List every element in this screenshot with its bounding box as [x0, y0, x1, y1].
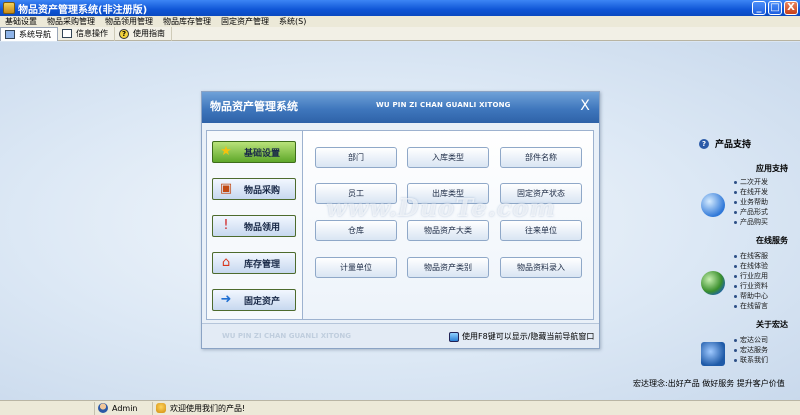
link-online-dev[interactable]: 在线开发 — [734, 187, 768, 197]
window-controls: _ □ X — [752, 1, 798, 15]
menu-inventory[interactable]: 物品库存管理 — [158, 16, 216, 27]
menu-basic-settings[interactable]: 基础设置 — [0, 16, 42, 27]
nav-pinyin: WU PIN ZI CHAN GUANLI XITONG — [376, 101, 511, 109]
tab-label: 使用指南 — [133, 29, 165, 38]
module-requisition[interactable]: ! 物品领用 — [212, 215, 296, 237]
status-blank — [0, 401, 95, 415]
link-online-support[interactable]: 在线客服 — [734, 251, 768, 261]
link-help-center[interactable]: 帮助中心 — [734, 291, 768, 301]
tab-label: 系统导航 — [19, 29, 51, 39]
status-user: Admin — [95, 401, 153, 415]
forward-arrow-icon — [701, 193, 725, 217]
status-welcome-text: 欢迎使用我们的产品! — [170, 403, 246, 413]
link-industry-data[interactable]: 行业资料 — [734, 281, 768, 291]
maximize-button[interactable]: □ — [768, 1, 782, 15]
section-head-app-support: 应用支持 — [756, 164, 788, 173]
app-icon — [3, 2, 15, 14]
link-business-help[interactable]: 业务帮助 — [734, 197, 768, 207]
link-company[interactable]: 宏达公司 — [734, 335, 768, 345]
tab-info-ops[interactable]: 信息操作 — [58, 26, 115, 41]
link-online-message[interactable]: 在线留言 — [734, 301, 768, 311]
monitor-icon — [5, 29, 15, 39]
support-title: ? 产品支持 — [699, 137, 751, 150]
nav-close-icon[interactable]: X — [578, 99, 592, 114]
module-label: 基础设置 — [244, 148, 281, 159]
section-head-online-service: 在线服务 — [756, 236, 788, 245]
support-title-text: 产品支持 — [715, 140, 752, 150]
menu-bar: 基础设置 物品采购管理 物品领用管理 物品库存管理 固定资产管理 系统(S) — [0, 16, 800, 27]
status-welcome: 欢迎使用我们的产品! — [153, 402, 293, 415]
question-icon: ? — [699, 138, 709, 149]
module-basic-settings[interactable]: ★ 基础设置 — [212, 141, 296, 163]
link-secondary-dev[interactable]: 二次开发 — [734, 177, 768, 187]
watermark: www.DuoTe.com — [326, 193, 556, 222]
btn-department[interactable]: 部门 — [315, 147, 397, 168]
module-purchase[interactable]: ▣ 物品采购 — [212, 178, 296, 200]
help-icon: ? — [119, 28, 129, 39]
status-bar: Admin 欢迎使用我们的产品! — [0, 400, 800, 415]
company-motto: 宏达理念:出好产品 做好服务 提升客户价值 — [633, 379, 785, 388]
computer-icon: ▣ — [219, 181, 233, 196]
module-inventory[interactable]: ⌂ 库存管理 — [212, 252, 296, 274]
house-icon: ⌂ — [221, 255, 231, 270]
btn-asset-major-category[interactable]: 物品资产大类 — [407, 220, 489, 241]
main-area: 物品资产管理系统 WU PIN ZI CHAN GUANLI XITONG X … — [0, 42, 800, 400]
btn-part-name[interactable]: 部件名称 — [500, 147, 582, 168]
user-icon — [98, 403, 108, 413]
company-icon — [701, 342, 725, 366]
module-label: 物品领用 — [244, 222, 281, 233]
section-head-about: 关于宏达 — [756, 320, 788, 329]
btn-unit-of-measure[interactable]: 计量单位 — [315, 257, 397, 278]
link-industry-app[interactable]: 行业应用 — [734, 271, 768, 281]
star-icon: ★ — [220, 144, 232, 159]
menu-purchase[interactable]: 物品采购管理 — [42, 16, 100, 27]
globe-icon — [701, 271, 725, 295]
menu-fixed-assets[interactable]: 固定资产管理 — [216, 16, 274, 27]
close-button[interactable]: X — [784, 1, 798, 15]
link-product-purchase[interactable]: 产品购买 — [734, 217, 768, 227]
title-bar[interactable]: 物品资产管理系统(非注册版) _ □ X — [0, 0, 800, 16]
function-grid: 部门 入库类型 部件名称 员工 出库类型 固定资产状态 仓库 物品资产大类 往来… — [302, 130, 594, 320]
tab-bar: 系统导航 信息操作 ? 使用指南 — [0, 26, 800, 41]
status-username: Admin — [112, 403, 138, 413]
minimize-button[interactable]: _ — [752, 1, 766, 15]
btn-inbound-type[interactable]: 入库类型 — [407, 147, 489, 168]
module-list: ★ 基础设置 ▣ 物品采购 ! 物品领用 ⌂ 库存管理 ➜ 固定资产 — [206, 130, 303, 320]
notification-icon — [156, 403, 166, 413]
tab-label: 信息操作 — [76, 29, 108, 38]
footer-hint: 使用F8键可以显示/隐藏当前导航窗口 — [449, 331, 594, 342]
btn-asset-category[interactable]: 物品资产类别 — [407, 257, 489, 278]
tab-system-nav[interactable]: 系统导航 — [0, 26, 58, 41]
link-online-trial[interactable]: 在线体验 — [734, 261, 768, 271]
footer-pinyin: WU PIN ZI CHAN GUANLI XITONG — [222, 332, 352, 340]
nav-footer: WU PIN ZI CHAN GUANLI XITONG 使用F8键可以显示/隐… — [202, 323, 599, 348]
footer-hint-text: 使用F8键可以显示/隐藏当前导航窗口 — [462, 332, 595, 341]
btn-item-data-entry[interactable]: 物品资料录入 — [500, 257, 582, 278]
nav-title: 物品资产管理系统 — [210, 100, 298, 113]
arrow-icon: ➜ — [220, 292, 232, 307]
link-service[interactable]: 宏达服务 — [734, 345, 768, 355]
menu-requisition[interactable]: 物品领用管理 — [100, 16, 158, 27]
window-title: 物品资产管理系统(非注册版) — [18, 4, 148, 16]
nav-header: 物品资产管理系统 WU PIN ZI CHAN GUANLI XITONG X — [202, 92, 599, 123]
link-contact-us[interactable]: 联系我们 — [734, 355, 768, 365]
btn-warehouse[interactable]: 仓库 — [315, 220, 397, 241]
module-label: 固定资产 — [244, 296, 281, 307]
keyboard-icon — [449, 331, 459, 342]
module-label: 物品采购 — [244, 185, 281, 196]
module-fixed-assets[interactable]: ➜ 固定资产 — [212, 289, 296, 311]
support-panel: ? 产品支持 应用支持 二次开发 在线开发 业务帮助 产品形式 产品购买 在线服… — [697, 137, 800, 400]
tab-user-guide[interactable]: ? 使用指南 — [115, 26, 172, 41]
btn-business-partner[interactable]: 往来单位 — [500, 220, 582, 241]
module-label: 库存管理 — [244, 259, 281, 270]
menu-system[interactable]: 系统(S) — [274, 16, 311, 27]
alert-icon: ! — [223, 218, 229, 233]
document-icon — [62, 29, 72, 38]
link-product-form[interactable]: 产品形式 — [734, 207, 768, 217]
